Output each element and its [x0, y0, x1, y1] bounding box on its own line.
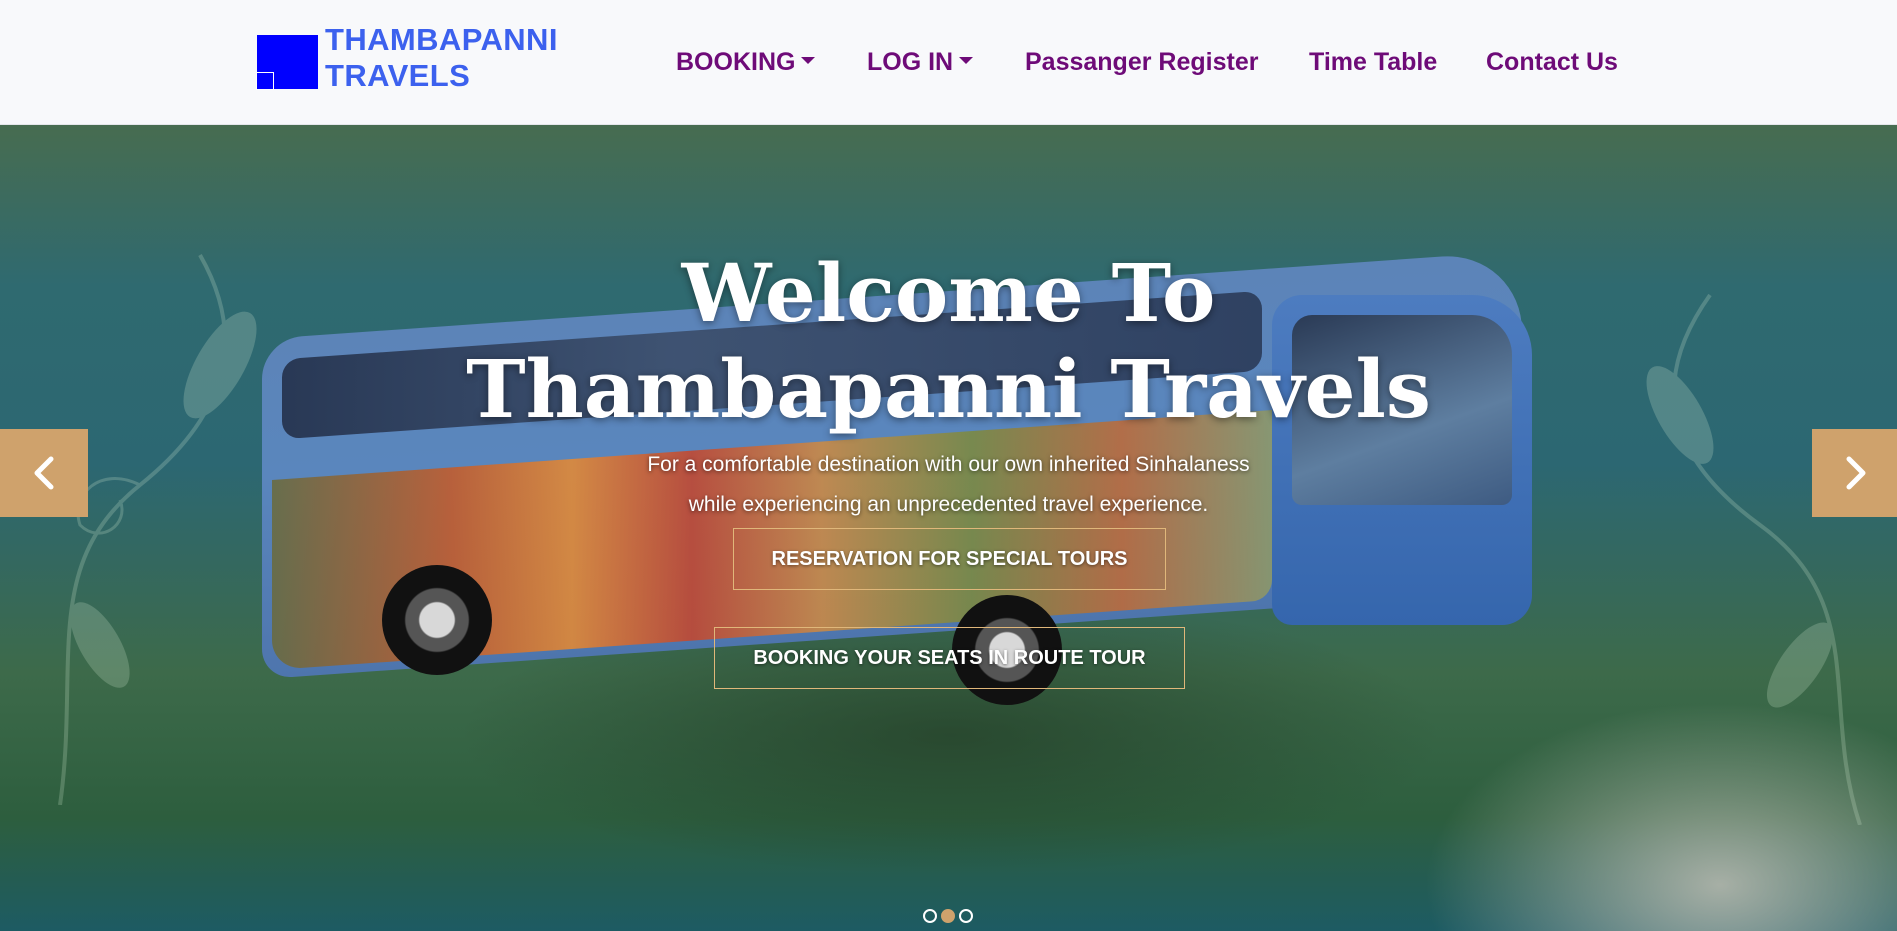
nav-item-time-table[interactable]: Time Table [1309, 44, 1437, 80]
nav-item-label: BOOKING [676, 48, 796, 76]
hero-title-line-1: Welcome To [681, 246, 1216, 340]
navbar: THAMBAPANNI TRAVELS BOOKING LOG IN Passa… [0, 0, 1897, 125]
nav-item-passanger-register[interactable]: Passanger Register [1025, 44, 1258, 80]
chevron-right-icon [1846, 456, 1866, 490]
hero-subtitle-line-2: while experiencing an unprecedented trav… [688, 493, 1209, 516]
hero-title-line-2: Thambapanni Travels [466, 342, 1431, 436]
carousel-indicator-1[interactable] [923, 909, 937, 923]
nav-links: BOOKING LOG IN Passanger Register Time T… [0, 44, 1897, 80]
route-tour-booking-button[interactable]: BOOKING YOUR SEATS IN ROUTE TOUR [714, 627, 1185, 689]
nav-item-contact-us[interactable]: Contact Us [1486, 44, 1618, 80]
carousel-prev-button[interactable] [0, 429, 88, 517]
nav-item-login[interactable]: LOG IN [867, 44, 974, 80]
special-tours-button[interactable]: RESERVATION FOR SPECIAL TOURS [733, 528, 1166, 590]
carousel-indicator-3[interactable] [959, 909, 973, 923]
carousel-next-button[interactable] [1812, 429, 1897, 517]
nav-item-booking[interactable]: BOOKING [676, 44, 816, 80]
nav-item-label: LOG IN [867, 48, 954, 76]
chevron-left-icon [34, 456, 54, 490]
carousel-indicator-2[interactable] [941, 909, 955, 923]
hero-subtitle-line-1: For a comfortable destination with our o… [647, 453, 1250, 476]
carousel-indicators [923, 909, 973, 923]
caret-down-icon [801, 56, 816, 64]
hero-carousel: Welcome To Thambapanni Travels For a com… [0, 125, 1897, 931]
caret-down-icon [959, 56, 974, 64]
